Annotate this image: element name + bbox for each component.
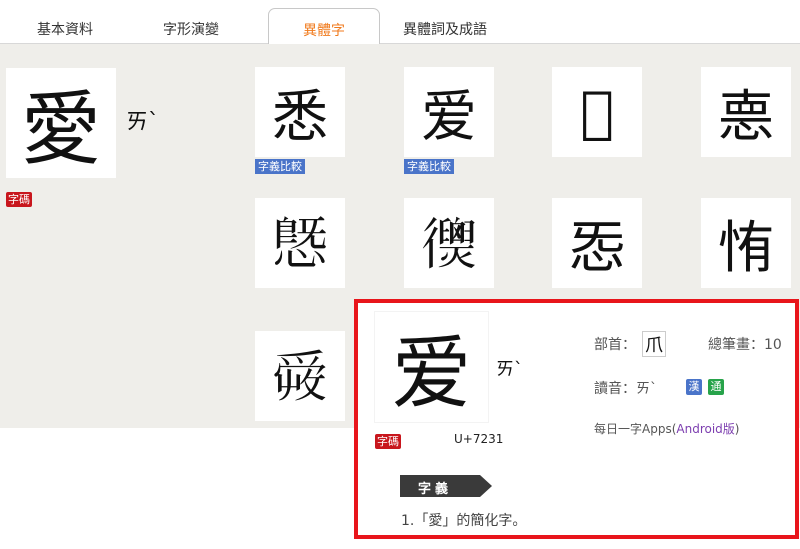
tong-badge[interactable]: 通 (708, 379, 724, 395)
popup-code-badge[interactable]: 字碼 (375, 434, 401, 449)
variant-detail-popup: 爱 ㄞˋ 字碼 U+7231 部首： 爪 總筆畫：10 讀音：ㄞˋ 漢 通 每日… (354, 299, 799, 539)
tab-variants-label: 異體字 (303, 23, 345, 39)
variant-character[interactable]: 爱 (404, 67, 494, 157)
han-badge[interactable]: 漢 (686, 379, 702, 395)
variant-character[interactable]: 㤢 (701, 198, 791, 288)
tab-variants[interactable]: 異體字 (268, 8, 380, 45)
compare-meaning-button[interactable]: 字義比較 (404, 159, 454, 174)
meaning-heading: 字義 (400, 475, 492, 497)
radical-label: 部首： (594, 337, 636, 353)
meaning-heading-label: 字義 (418, 482, 453, 497)
tab-bar: 基本資料 字形演變 異體字 異體詞及成語 (0, 0, 800, 45)
stroke-count: 總筆畫：10 (708, 337, 782, 353)
main-character: 愛 (6, 68, 116, 178)
radical-char: 爪 (642, 331, 666, 357)
android-app-link[interactable]: Android版 (676, 422, 734, 436)
meaning-definition: 1.「愛」的簡化字。 (401, 513, 527, 529)
variant-character[interactable]: 𢟪 (255, 198, 345, 288)
tab-variant-words[interactable]: 異體詞及成語 (403, 19, 487, 39)
variant-character[interactable]: 𤔠 (255, 331, 345, 421)
variant-character[interactable]: 𢙣 (552, 67, 642, 157)
variant-character[interactable]: 悉 (255, 67, 345, 157)
variant-character[interactable]: 㤅 (552, 198, 642, 288)
compare-meaning-button[interactable]: 字義比較 (255, 159, 305, 174)
tab-glyph-evolution[interactable]: 字形演變 (163, 19, 219, 39)
reading-label: 讀音：ㄞˋ (594, 381, 657, 397)
main-bopomofo: ㄞˋ (126, 110, 160, 135)
main-code-badge[interactable]: 字碼 (6, 192, 32, 207)
variant-character[interactable]: 𢛳 (701, 67, 791, 157)
popup-character: 爱 (375, 312, 488, 422)
apps-prefix: 每日一字Apps( (594, 422, 677, 436)
popup-bopomofo: ㄞˋ (496, 359, 523, 380)
tab-basic-info[interactable]: 基本資料 (37, 19, 93, 39)
variant-character[interactable]: 𢖣 (404, 198, 494, 288)
apps-suffix: ) (734, 422, 740, 436)
daily-char-apps: 每日一字Apps(Android版) (594, 420, 739, 437)
unicode-label: U+7231 (454, 432, 504, 446)
